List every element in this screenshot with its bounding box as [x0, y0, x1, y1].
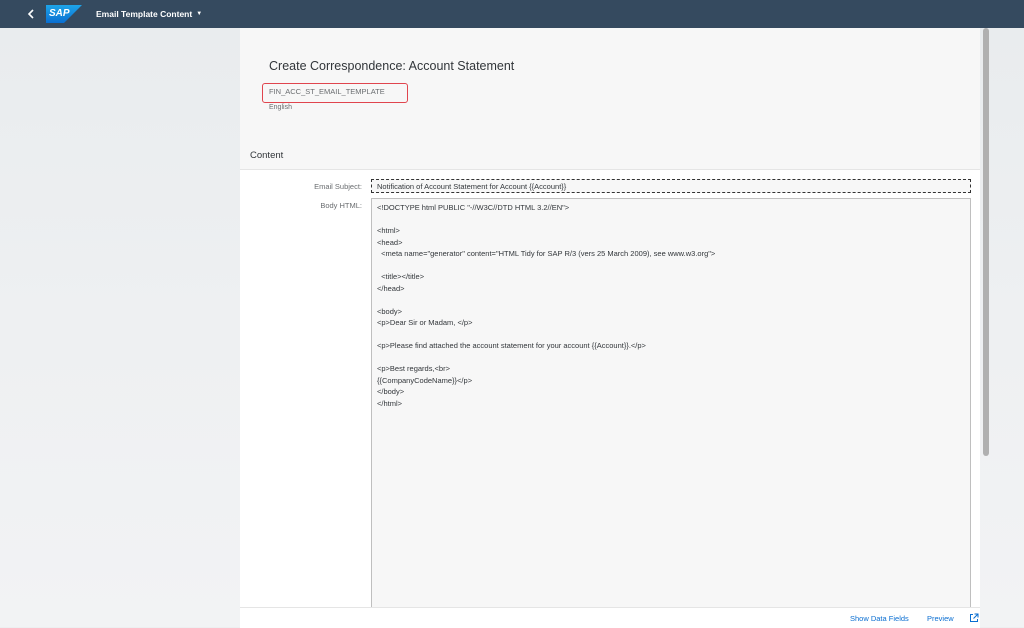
show-data-fields-button[interactable]: Show Data Fields: [850, 614, 909, 623]
body-html-label: Body HTML:: [320, 201, 362, 210]
language-label: English: [269, 104, 292, 111]
object-page: Create Correspondence: Account Statement…: [240, 28, 980, 628]
page-title: Create Correspondence: Account Statement: [269, 59, 515, 73]
back-button[interactable]: [22, 5, 40, 23]
section-title: Content: [250, 150, 284, 161]
email-subject-label: Email Subject:: [314, 182, 362, 191]
sap-logo[interactable]: SAP: [46, 5, 82, 23]
shell-bar: SAP Email Template Content ▼: [0, 0, 1024, 28]
email-subject-input[interactable]: Notification of Account Statement for Ac…: [371, 179, 971, 193]
chevron-left-icon: [27, 9, 34, 19]
body-html-textarea[interactable]: <!DOCTYPE html PUBLIC "-//W3C//DTD HTML …: [371, 198, 971, 628]
app-title: Email Template Content: [96, 9, 193, 19]
content-section-header: Content: [240, 143, 980, 170]
object-header: Create Correspondence: Account Statement…: [240, 28, 980, 143]
footer-toolbar: Show Data Fields Preview: [240, 607, 980, 628]
background-left: [0, 28, 240, 627]
external-link-icon[interactable]: [969, 613, 979, 623]
app-title-menu[interactable]: Email Template Content ▼: [96, 9, 202, 19]
preview-button[interactable]: Preview: [927, 614, 954, 623]
caret-down-icon: ▼: [196, 11, 203, 17]
vertical-scrollbar[interactable]: [983, 28, 989, 456]
sap-logo-text: SAP: [49, 8, 70, 19]
highlight-box: [262, 83, 408, 103]
